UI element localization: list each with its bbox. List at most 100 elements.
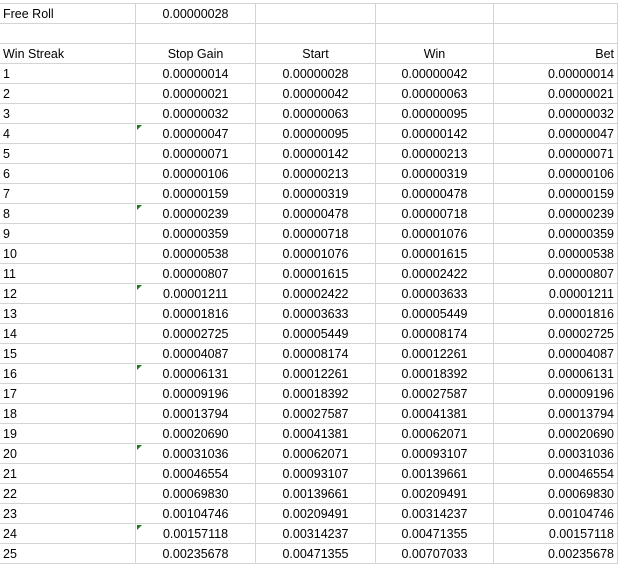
bet-cell[interactable]: 0.00104746 xyxy=(494,504,618,523)
win-streak-cell[interactable]: 3 xyxy=(0,104,136,123)
empty-cell[interactable] xyxy=(494,24,618,43)
start-cell[interactable]: 0.00000319 xyxy=(256,184,376,203)
start-cell[interactable]: 0.00000142 xyxy=(256,144,376,163)
bet-cell[interactable]: 0.00069830 xyxy=(494,484,618,503)
start-cell[interactable]: 0.00000095 xyxy=(256,124,376,143)
empty-cell[interactable] xyxy=(376,24,494,43)
win-cell[interactable]: 0.00209491 xyxy=(376,484,494,503)
win-cell[interactable]: 0.00000063 xyxy=(376,84,494,103)
stop-gain-cell[interactable]: 0.00020690 xyxy=(136,424,256,443)
win-cell[interactable]: 0.00000142 xyxy=(376,124,494,143)
start-cell[interactable]: 0.00002422 xyxy=(256,284,376,303)
start-cell[interactable]: 0.00139661 xyxy=(256,484,376,503)
win-cell[interactable]: 0.00027587 xyxy=(376,384,494,403)
win-cell[interactable]: 0.00000095 xyxy=(376,104,494,123)
bet-cell[interactable]: 0.00000538 xyxy=(494,244,618,263)
start-cell[interactable]: 0.00003633 xyxy=(256,304,376,323)
stop-gain-cell[interactable]: 0.00013794 xyxy=(136,404,256,423)
stop-gain-cell[interactable]: 0.00000106 xyxy=(136,164,256,183)
win-cell[interactable]: 0.00000042 xyxy=(376,64,494,83)
header-start[interactable]: Start xyxy=(256,44,376,63)
empty-cell[interactable] xyxy=(0,24,136,43)
bet-cell[interactable]: 0.00000071 xyxy=(494,144,618,163)
stop-gain-cell[interactable]: 0.00031036 xyxy=(136,444,256,463)
win-streak-cell[interactable]: 12 xyxy=(0,284,136,303)
stop-gain-cell[interactable]: 0.00002725 xyxy=(136,324,256,343)
start-cell[interactable]: 0.00209491 xyxy=(256,504,376,523)
win-streak-cell[interactable]: 22 xyxy=(0,484,136,503)
start-cell[interactable]: 0.00471355 xyxy=(256,544,376,563)
bet-cell[interactable]: 0.00001211 xyxy=(494,284,618,303)
bet-cell[interactable]: 0.00000359 xyxy=(494,224,618,243)
win-streak-cell[interactable]: 19 xyxy=(0,424,136,443)
stop-gain-cell[interactable]: 0.00000047 xyxy=(136,124,256,143)
win-cell[interactable]: 0.00003633 xyxy=(376,284,494,303)
win-cell[interactable]: 0.00093107 xyxy=(376,444,494,463)
empty-cell[interactable] xyxy=(494,4,618,23)
win-streak-cell[interactable]: 24 xyxy=(0,524,136,543)
empty-cell[interactable] xyxy=(256,24,376,43)
start-cell[interactable]: 0.00000213 xyxy=(256,164,376,183)
start-cell[interactable]: 0.00001615 xyxy=(256,264,376,283)
win-cell[interactable]: 0.00041381 xyxy=(376,404,494,423)
bet-cell[interactable]: 0.00235678 xyxy=(494,544,618,563)
bet-cell[interactable]: 0.00000106 xyxy=(494,164,618,183)
win-streak-cell[interactable]: 10 xyxy=(0,244,136,263)
win-cell[interactable]: 0.00012261 xyxy=(376,344,494,363)
win-cell[interactable]: 0.00707033 xyxy=(376,544,494,563)
stop-gain-cell[interactable]: 0.00000071 xyxy=(136,144,256,163)
bet-cell[interactable]: 0.00000021 xyxy=(494,84,618,103)
start-cell[interactable]: 0.00000028 xyxy=(256,64,376,83)
win-cell[interactable]: 0.00000319 xyxy=(376,164,494,183)
stop-gain-cell[interactable]: 0.00000032 xyxy=(136,104,256,123)
stop-gain-cell[interactable]: 0.00000239 xyxy=(136,204,256,223)
header-stop-gain[interactable]: Stop Gain xyxy=(136,44,256,63)
win-streak-cell[interactable]: 1 xyxy=(0,64,136,83)
stop-gain-cell[interactable]: 0.00000014 xyxy=(136,64,256,83)
error-indicator-icon[interactable] xyxy=(137,205,142,210)
start-cell[interactable]: 0.00000718 xyxy=(256,224,376,243)
win-streak-cell[interactable]: 15 xyxy=(0,344,136,363)
stop-gain-cell[interactable]: 0.00000359 xyxy=(136,224,256,243)
bet-cell[interactable]: 0.00000032 xyxy=(494,104,618,123)
stop-gain-cell[interactable]: 0.00046554 xyxy=(136,464,256,483)
win-streak-cell[interactable]: 4 xyxy=(0,124,136,143)
stop-gain-cell[interactable]: 0.00069830 xyxy=(136,484,256,503)
win-cell[interactable]: 0.00471355 xyxy=(376,524,494,543)
start-cell[interactable]: 0.00041381 xyxy=(256,424,376,443)
win-streak-cell[interactable]: 16 xyxy=(0,364,136,383)
header-win[interactable]: Win xyxy=(376,44,494,63)
stop-gain-cell[interactable]: 0.00001211 xyxy=(136,284,256,303)
stop-gain-cell[interactable]: 0.00001816 xyxy=(136,304,256,323)
free-roll-label[interactable]: Free Roll xyxy=(0,4,136,23)
bet-cell[interactable]: 0.00000014 xyxy=(494,64,618,83)
bet-cell[interactable]: 0.00001816 xyxy=(494,304,618,323)
empty-cell[interactable] xyxy=(376,4,494,23)
start-cell[interactable]: 0.00018392 xyxy=(256,384,376,403)
stop-gain-cell[interactable]: 0.00104746 xyxy=(136,504,256,523)
win-streak-cell[interactable]: 2 xyxy=(0,84,136,103)
error-indicator-icon[interactable] xyxy=(137,525,142,530)
win-streak-cell[interactable]: 14 xyxy=(0,324,136,343)
start-cell[interactable]: 0.00000063 xyxy=(256,104,376,123)
stop-gain-cell[interactable]: 0.00235678 xyxy=(136,544,256,563)
win-streak-cell[interactable]: 7 xyxy=(0,184,136,203)
win-streak-cell[interactable]: 11 xyxy=(0,264,136,283)
win-streak-cell[interactable]: 23 xyxy=(0,504,136,523)
error-indicator-icon[interactable] xyxy=(137,365,142,370)
win-streak-cell[interactable]: 21 xyxy=(0,464,136,483)
win-streak-cell[interactable]: 9 xyxy=(0,224,136,243)
win-streak-cell[interactable]: 17 xyxy=(0,384,136,403)
win-cell[interactable]: 0.00000718 xyxy=(376,204,494,223)
start-cell[interactable]: 0.00314237 xyxy=(256,524,376,543)
stop-gain-cell[interactable]: 0.00000538 xyxy=(136,244,256,263)
bet-cell[interactable]: 0.00031036 xyxy=(494,444,618,463)
stop-gain-cell[interactable]: 0.00000807 xyxy=(136,264,256,283)
bet-cell[interactable]: 0.00004087 xyxy=(494,344,618,363)
start-cell[interactable]: 0.00000042 xyxy=(256,84,376,103)
free-roll-value[interactable]: 0.00000028 xyxy=(136,4,256,23)
stop-gain-cell[interactable]: 0.00157118 xyxy=(136,524,256,543)
error-indicator-icon[interactable] xyxy=(137,125,142,130)
win-cell[interactable]: 0.00001076 xyxy=(376,224,494,243)
stop-gain-cell[interactable]: 0.00000159 xyxy=(136,184,256,203)
